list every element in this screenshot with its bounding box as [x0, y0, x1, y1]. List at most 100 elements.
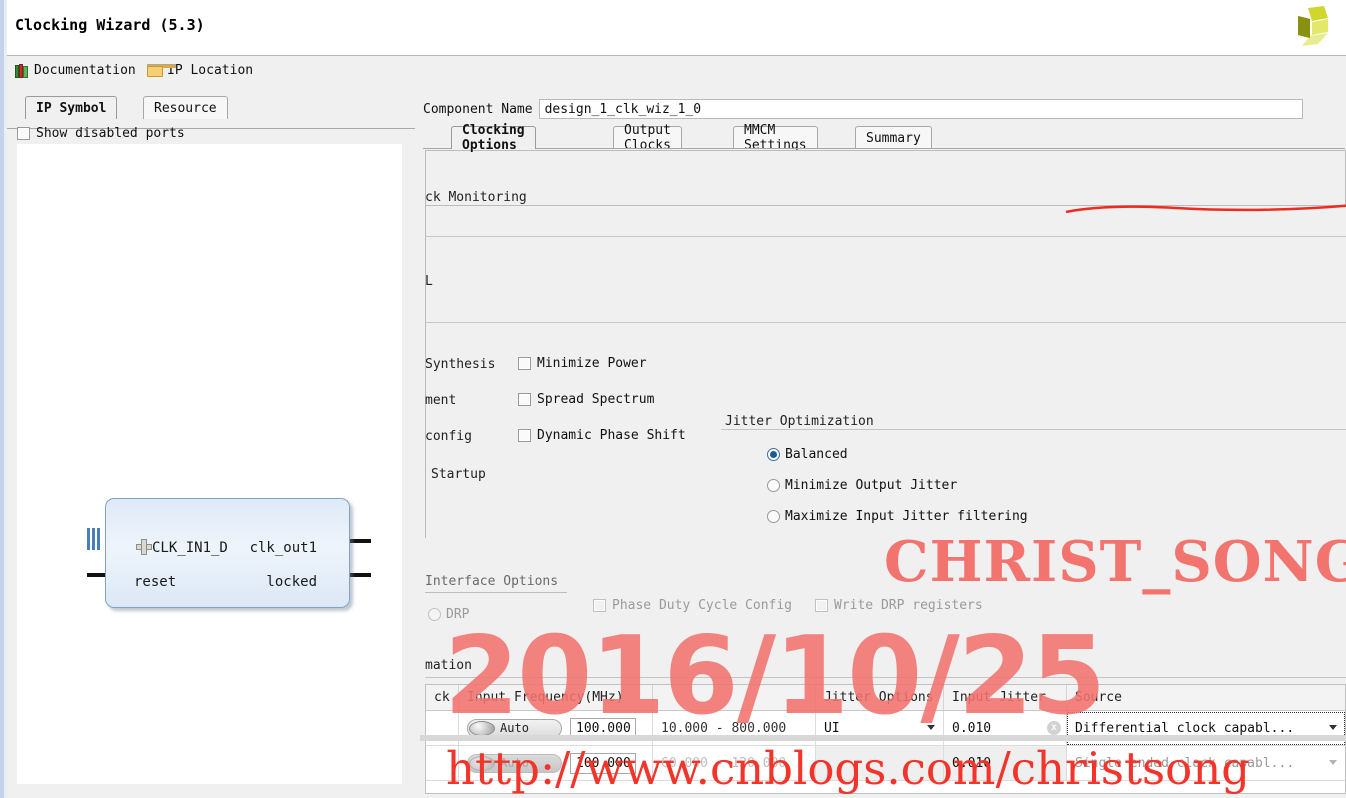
phase-duty-cycle-checkbox[interactable]: [593, 599, 606, 612]
tab-resource[interactable]: Resource: [143, 96, 228, 119]
ip-block-body: CLK_IN1_D reset clk_out1 locked: [105, 498, 350, 608]
chevron-down-icon: [927, 725, 935, 730]
tab-mmcm-settings[interactable]: MMCM Settings: [733, 123, 818, 153]
startup-label: Startup: [431, 467, 486, 482]
primitive-group-box: [425, 150, 1346, 206]
row2-auto-toggle[interactable]: Auto: [467, 753, 562, 773]
port-label-reset: reset: [134, 574, 177, 590]
component-name-label: Component Name: [423, 101, 533, 117]
tab-clocking-options[interactable]: Clocking Options: [451, 123, 536, 153]
row1-input-jitter-value: 0.010: [952, 720, 992, 736]
write-drp-registers-checkbox[interactable]: [815, 599, 828, 612]
row2-frequency-input[interactable]: 100.000: [570, 752, 636, 774]
tab-summary[interactable]: Summary: [855, 126, 932, 149]
radio-maximize-input-jitter-filtering[interactable]: Maximize Input Jitter filtering: [767, 509, 1028, 524]
clocking-options-content: ck Monitoring L Synthesis ment config St…: [425, 150, 1346, 798]
row2-range-label: 60.000 - 120.000: [661, 755, 787, 771]
ip-block-diagram: CLK_IN1_D reset clk_out1 locked: [77, 492, 377, 622]
minimize-power-label: Minimize Power: [537, 356, 647, 371]
information-rule: [425, 677, 1346, 678]
minimize-output-jitter-radio-button[interactable]: [767, 479, 780, 492]
row2-jitter-dropdown: [824, 746, 943, 780]
show-disabled-ports-row[interactable]: Show disabled ports: [17, 122, 185, 144]
tab-output-clocks[interactable]: Output Clocks: [613, 123, 682, 153]
documentation-link[interactable]: Documentation: [15, 60, 136, 80]
row2-frequency-cell[interactable]: Auto 100.000: [459, 746, 653, 780]
port-label-clk-in1-d: CLK_IN1_D: [152, 540, 228, 556]
port-label-locked: locked: [266, 574, 317, 590]
show-disabled-ports-label: Show disabled ports: [36, 125, 185, 141]
section-divider-2: [425, 322, 1346, 323]
page-title: Clocking Wizard (5.3): [15, 16, 205, 34]
th-input-clock: ck: [426, 685, 459, 710]
ip-location-label: IP Location: [167, 62, 254, 78]
clear-icon[interactable]: x: [1047, 721, 1061, 735]
spread-spectrum-checkbox[interactable]: [518, 393, 531, 406]
clock-monitoring-label: ck Monitoring: [425, 190, 527, 205]
th-jitter-options: Jitter Options: [816, 685, 944, 710]
th-frequency-range: [653, 685, 816, 710]
radio-balanced[interactable]: Balanced: [767, 447, 848, 462]
phase-duty-cycle-config-row[interactable]: Phase Duty Cycle Config: [593, 598, 792, 613]
write-drp-registers-row[interactable]: Write DRP registers: [815, 598, 983, 613]
ip-symbol-canvas: CLK_IN1_D reset clk_out1 locked: [17, 144, 402, 784]
maximize-input-jitter-label: Maximize Input Jitter filtering: [785, 509, 1028, 524]
th-source: Source: [1075, 690, 1122, 705]
pll-label: L: [425, 274, 433, 289]
drp-label: DRP: [446, 607, 470, 622]
tab-clocking-options-label: Clocking Options: [462, 123, 525, 153]
show-disabled-ports-checkbox[interactable]: [17, 126, 30, 140]
books-icon: [15, 63, 30, 78]
tab-summary-label: Summary: [866, 130, 921, 146]
table-header-row: ck Input Frequency(MHz) Jitter Options I…: [426, 685, 1345, 711]
spread-spectrum-label: Spread Spectrum: [537, 392, 655, 407]
port-label-clk-out1: clk_out1: [249, 540, 317, 556]
jitter-group-rule: [721, 429, 1346, 430]
balanced-radio-button[interactable]: [767, 448, 780, 461]
row2-input-jitter-cell: 0.010: [944, 746, 1067, 780]
dynamic-phase-shift-checkbox[interactable]: [518, 429, 531, 442]
toggle-knob: [469, 720, 495, 736]
title-bar: Clocking Wizard (5.3): [7, 0, 1346, 56]
component-name-input[interactable]: design_1_clk_wiz_1_0: [538, 99, 1303, 119]
left-tabstrip: IP Symbol Resource: [7, 96, 415, 129]
row2-source-dropdown: Single ended clock capabl...: [1075, 746, 1345, 780]
configuration-panel: Component Name design_1_clk_wiz_1_0 Cloc…: [420, 92, 1346, 798]
synthesis-label: Synthesis: [425, 357, 496, 372]
config-label: config: [425, 429, 472, 444]
minimize-power-row[interactable]: Minimize Power: [518, 356, 647, 371]
toolbar: Documentation IP Location: [7, 56, 1346, 82]
row1-source-value: Differential clock capabl...: [1075, 720, 1295, 736]
row2-jitter-options-cell: [816, 746, 944, 780]
row2-source-value: Single ended clock capabl...: [1075, 755, 1295, 771]
minimize-output-jitter-label: Minimize Output Jitter: [785, 478, 958, 493]
radio-drp[interactable]: DRP: [428, 607, 469, 622]
row1-jitter-value: UI: [824, 720, 840, 736]
table-row[interactable]: Auto 100.000 60.000 - 120.000 0.010 Sing…: [426, 746, 1345, 781]
section-divider-1: [425, 236, 1346, 237]
folder-icon: [147, 63, 176, 77]
bus-connector-icon: [87, 528, 100, 550]
chevron-down-icon: [1329, 725, 1337, 730]
expand-plus-icon[interactable]: [136, 539, 152, 555]
tab-ip-symbol[interactable]: IP Symbol: [25, 96, 118, 119]
spread-spectrum-row[interactable]: Spread Spectrum: [518, 392, 654, 407]
balanced-label: Balanced: [785, 447, 848, 462]
th-input-frequency: Input Frequency(MHz): [459, 685, 653, 710]
row2-source-cell: Single ended clock capabl...: [1067, 746, 1345, 780]
interface-options-title: Interface Options: [425, 574, 559, 589]
radio-minimize-output-jitter[interactable]: Minimize Output Jitter: [767, 478, 957, 493]
dynamic-phase-shift-label: Dynamic Phase Shift: [537, 428, 686, 443]
row2-auto-label: Auto: [500, 756, 529, 770]
interface-options-rule: [425, 592, 567, 593]
toggle-knob: [469, 755, 495, 771]
clk-out1-wire: [349, 539, 371, 543]
tab-ip-symbol-label: IP Symbol: [36, 100, 107, 116]
dynamic-phase-shift-row[interactable]: Dynamic Phase Shift: [518, 428, 686, 443]
th-input-jitter: Input Jitter: [944, 685, 1067, 710]
locked-wire: [349, 573, 371, 577]
ip-location-link[interactable]: IP Location: [147, 60, 253, 80]
drp-radio-button[interactable]: [428, 608, 441, 621]
minimize-power-checkbox[interactable]: [518, 357, 531, 370]
maximize-input-jitter-radio-button[interactable]: [767, 510, 780, 523]
